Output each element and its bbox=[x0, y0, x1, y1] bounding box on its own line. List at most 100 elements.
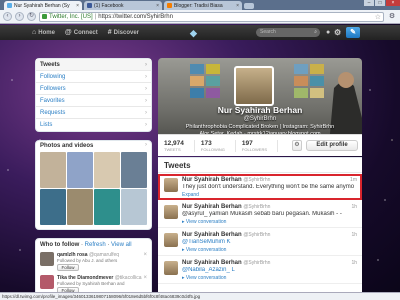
nav-connect[interactable]: @ Connect bbox=[65, 29, 98, 36]
sidebar-item-lists[interactable]: Lists › bbox=[36, 119, 151, 131]
close-tab-icon[interactable]: × bbox=[156, 3, 159, 9]
tweet-handle: @SyhirBrhn bbox=[243, 232, 271, 238]
window-controls: – □ × bbox=[364, 0, 400, 10]
photo-thumb[interactable] bbox=[121, 189, 147, 225]
sidebar-item-following[interactable]: Following › bbox=[36, 71, 151, 83]
stat-label: Tweets bbox=[164, 146, 181, 152]
refresh-link[interactable]: Refresh bbox=[85, 242, 106, 248]
tweet-item[interactable]: Nur Syahirah Berhan @SyhirBrhn 1m They j… bbox=[158, 174, 362, 200]
forward-arrow-icon[interactable]: › bbox=[15, 12, 24, 21]
profile-avatar[interactable] bbox=[234, 66, 274, 106]
suggestion-item: qamlzlh rosa @qamarulfeq Followed by Abu… bbox=[40, 252, 149, 272]
tweet-author[interactable]: Nur Syahirah Berhan @SyhirBrhn bbox=[182, 204, 270, 210]
view-conversation-link[interactable]: ▸ View conversation bbox=[182, 247, 226, 253]
tweet-author-name: Nur Syahirah Berhan bbox=[182, 204, 242, 210]
tweet-author-name: Nur Syahirah Berhan bbox=[182, 232, 242, 238]
view-conversation-link[interactable]: ▸ View conversation bbox=[182, 219, 226, 225]
edit-profile-button[interactable]: Edit profile bbox=[306, 140, 358, 151]
user-icon[interactable]: ● bbox=[326, 29, 330, 36]
photo-thumb[interactable] bbox=[40, 152, 66, 188]
bookmark-star-icon[interactable]: ☆ bbox=[375, 13, 381, 21]
photo-thumb[interactable] bbox=[67, 152, 93, 188]
browser-status-bar: https://dl.twimg.com/profile_images/3460… bbox=[0, 292, 400, 300]
browser-tab-twitter[interactable]: Nur Syahirah Berhan (Sy × bbox=[4, 1, 82, 10]
sidebar-item-favorites[interactable]: Favorites › bbox=[36, 95, 151, 107]
avatar[interactable] bbox=[164, 233, 178, 247]
profile-stats-bar: 12,974 Tweets 173 Following 197 Follower… bbox=[158, 134, 362, 156]
home-icon: ⌂ bbox=[32, 29, 37, 36]
compose-tweet-button[interactable]: ✎ bbox=[346, 27, 360, 38]
avatar[interactable] bbox=[164, 261, 178, 275]
tweet-time[interactable]: 1h bbox=[351, 232, 357, 238]
search-input[interactable]: Search ⌕ bbox=[256, 28, 320, 37]
wrench-menu-icon[interactable]: ⚙ bbox=[387, 12, 397, 21]
avatar[interactable] bbox=[40, 275, 54, 289]
sidebar-item-label: Followers bbox=[40, 86, 66, 92]
tweet-item[interactable]: Nur Syahirah Berhan @SyhirBrhn 1h @asyru… bbox=[158, 201, 362, 228]
close-tab-icon[interactable]: × bbox=[76, 3, 79, 9]
stat-number: 197 bbox=[241, 139, 253, 147]
tweet-expand-link[interactable]: Expand bbox=[182, 192, 199, 198]
tweet-time[interactable]: 1h bbox=[351, 204, 357, 210]
sidebar-item-tweets[interactable]: Tweets › bbox=[36, 59, 151, 71]
nav-discover[interactable]: # Discover bbox=[108, 29, 139, 36]
tweet-time[interactable]: 1m bbox=[350, 177, 357, 183]
photo-thumb[interactable] bbox=[121, 152, 147, 188]
who-to-follow-title: Who to follow bbox=[40, 242, 80, 248]
photo-thumb[interactable] bbox=[94, 189, 120, 225]
view-all-link[interactable]: View all bbox=[111, 242, 132, 248]
follow-button[interactable]: Follow bbox=[57, 264, 79, 271]
tweet-handle: @SyhirBrhn bbox=[243, 177, 271, 183]
maximize-icon[interactable]: □ bbox=[375, 0, 385, 6]
sidebar-item-label: Requests bbox=[40, 110, 66, 116]
stat-followers[interactable]: 197 Followers bbox=[241, 139, 279, 152]
browser-tab-facebook[interactable]: (1) Facebook × bbox=[84, 1, 162, 10]
close-window-icon[interactable]: × bbox=[386, 0, 400, 6]
sidebar-item-requests[interactable]: Requests › bbox=[36, 107, 151, 119]
facebook-favicon-icon bbox=[87, 3, 92, 8]
view-conversation-link[interactable]: ▸ View conversation bbox=[182, 275, 226, 281]
tweet-time[interactable]: 1h bbox=[351, 260, 357, 266]
profile-bio-line: Philanthrophobia Complicated Broken | In… bbox=[185, 124, 335, 130]
sidebar-item-followers[interactable]: Followers › bbox=[36, 83, 151, 95]
stat-following[interactable]: 173 Following bbox=[201, 139, 236, 152]
profile-sidebar-nav: Tweets › Following › Followers › Favorit… bbox=[35, 58, 152, 132]
dismiss-icon[interactable]: × bbox=[143, 275, 147, 281]
url-input[interactable]: Twitter, Inc. [US] | https://twitter.com… bbox=[39, 11, 384, 22]
chevron-right-icon: › bbox=[145, 74, 147, 80]
tweet-author[interactable]: Nur Syahirah Berhan @SyhirBrhn bbox=[182, 177, 270, 183]
profile-handle: @SyhirBrhn bbox=[243, 116, 277, 122]
back-arrow-icon[interactable]: ‹ bbox=[3, 12, 12, 21]
minimize-icon[interactable]: – bbox=[364, 0, 374, 6]
close-tab-icon[interactable]: × bbox=[236, 3, 239, 9]
reload-icon[interactable]: ↻ bbox=[27, 12, 36, 21]
tab-label: Blogger: Tradisi Biasa bbox=[174, 2, 223, 9]
new-tab-button[interactable] bbox=[244, 3, 254, 9]
avatar[interactable] bbox=[164, 205, 178, 219]
tab-label: (1) Facebook bbox=[94, 2, 124, 9]
chevron-right-icon: › bbox=[145, 142, 147, 148]
gear-icon[interactable]: ⚙ bbox=[334, 28, 341, 37]
avatar[interactable] bbox=[40, 252, 54, 266]
dismiss-icon[interactable]: × bbox=[143, 252, 147, 258]
view-conversation-label: View conversation bbox=[185, 275, 227, 281]
who-to-follow-header: Who to follow · Refresh · View all bbox=[40, 242, 132, 248]
search-icon[interactable]: ⌕ bbox=[314, 28, 317, 37]
stat-tweets[interactable]: 12,974 Tweets bbox=[164, 139, 195, 152]
settings-dropdown-button[interactable]: ⚙ bbox=[292, 140, 302, 151]
avatar[interactable] bbox=[164, 178, 178, 192]
photo-thumb[interactable] bbox=[67, 189, 93, 225]
tweet-item[interactable]: Nur Syahirah Berhan @SyhirBrhn 1h @TianS… bbox=[158, 229, 362, 256]
photo-thumb[interactable] bbox=[94, 152, 120, 188]
tweet-author[interactable]: Nur Syahirah Berhan @SyhirBrhn bbox=[182, 232, 270, 238]
nav-home[interactable]: ⌂ Home bbox=[32, 29, 55, 36]
tweet-text: @asyrul_ yamian Mukasih sebab baru pegas… bbox=[182, 211, 342, 217]
tweet-item[interactable]: Nur Syahirah Berhan @SyhirBrhn 1h @Nabil… bbox=[158, 257, 362, 284]
tweet-author[interactable]: Nur Syahirah Berhan @SyhirBrhn bbox=[182, 260, 270, 266]
photos-title[interactable]: Photos and videos bbox=[36, 141, 151, 151]
twitter-bird-icon[interactable]: ◆ bbox=[190, 28, 197, 39]
url-separator: | bbox=[94, 13, 97, 20]
photo-thumb[interactable] bbox=[40, 189, 66, 225]
browser-tab-blogger[interactable]: Blogger: Tradisi Biasa × bbox=[164, 1, 242, 10]
address-bar: ‹ › ↻ Twitter, Inc. [US] | https://twitt… bbox=[0, 10, 400, 24]
